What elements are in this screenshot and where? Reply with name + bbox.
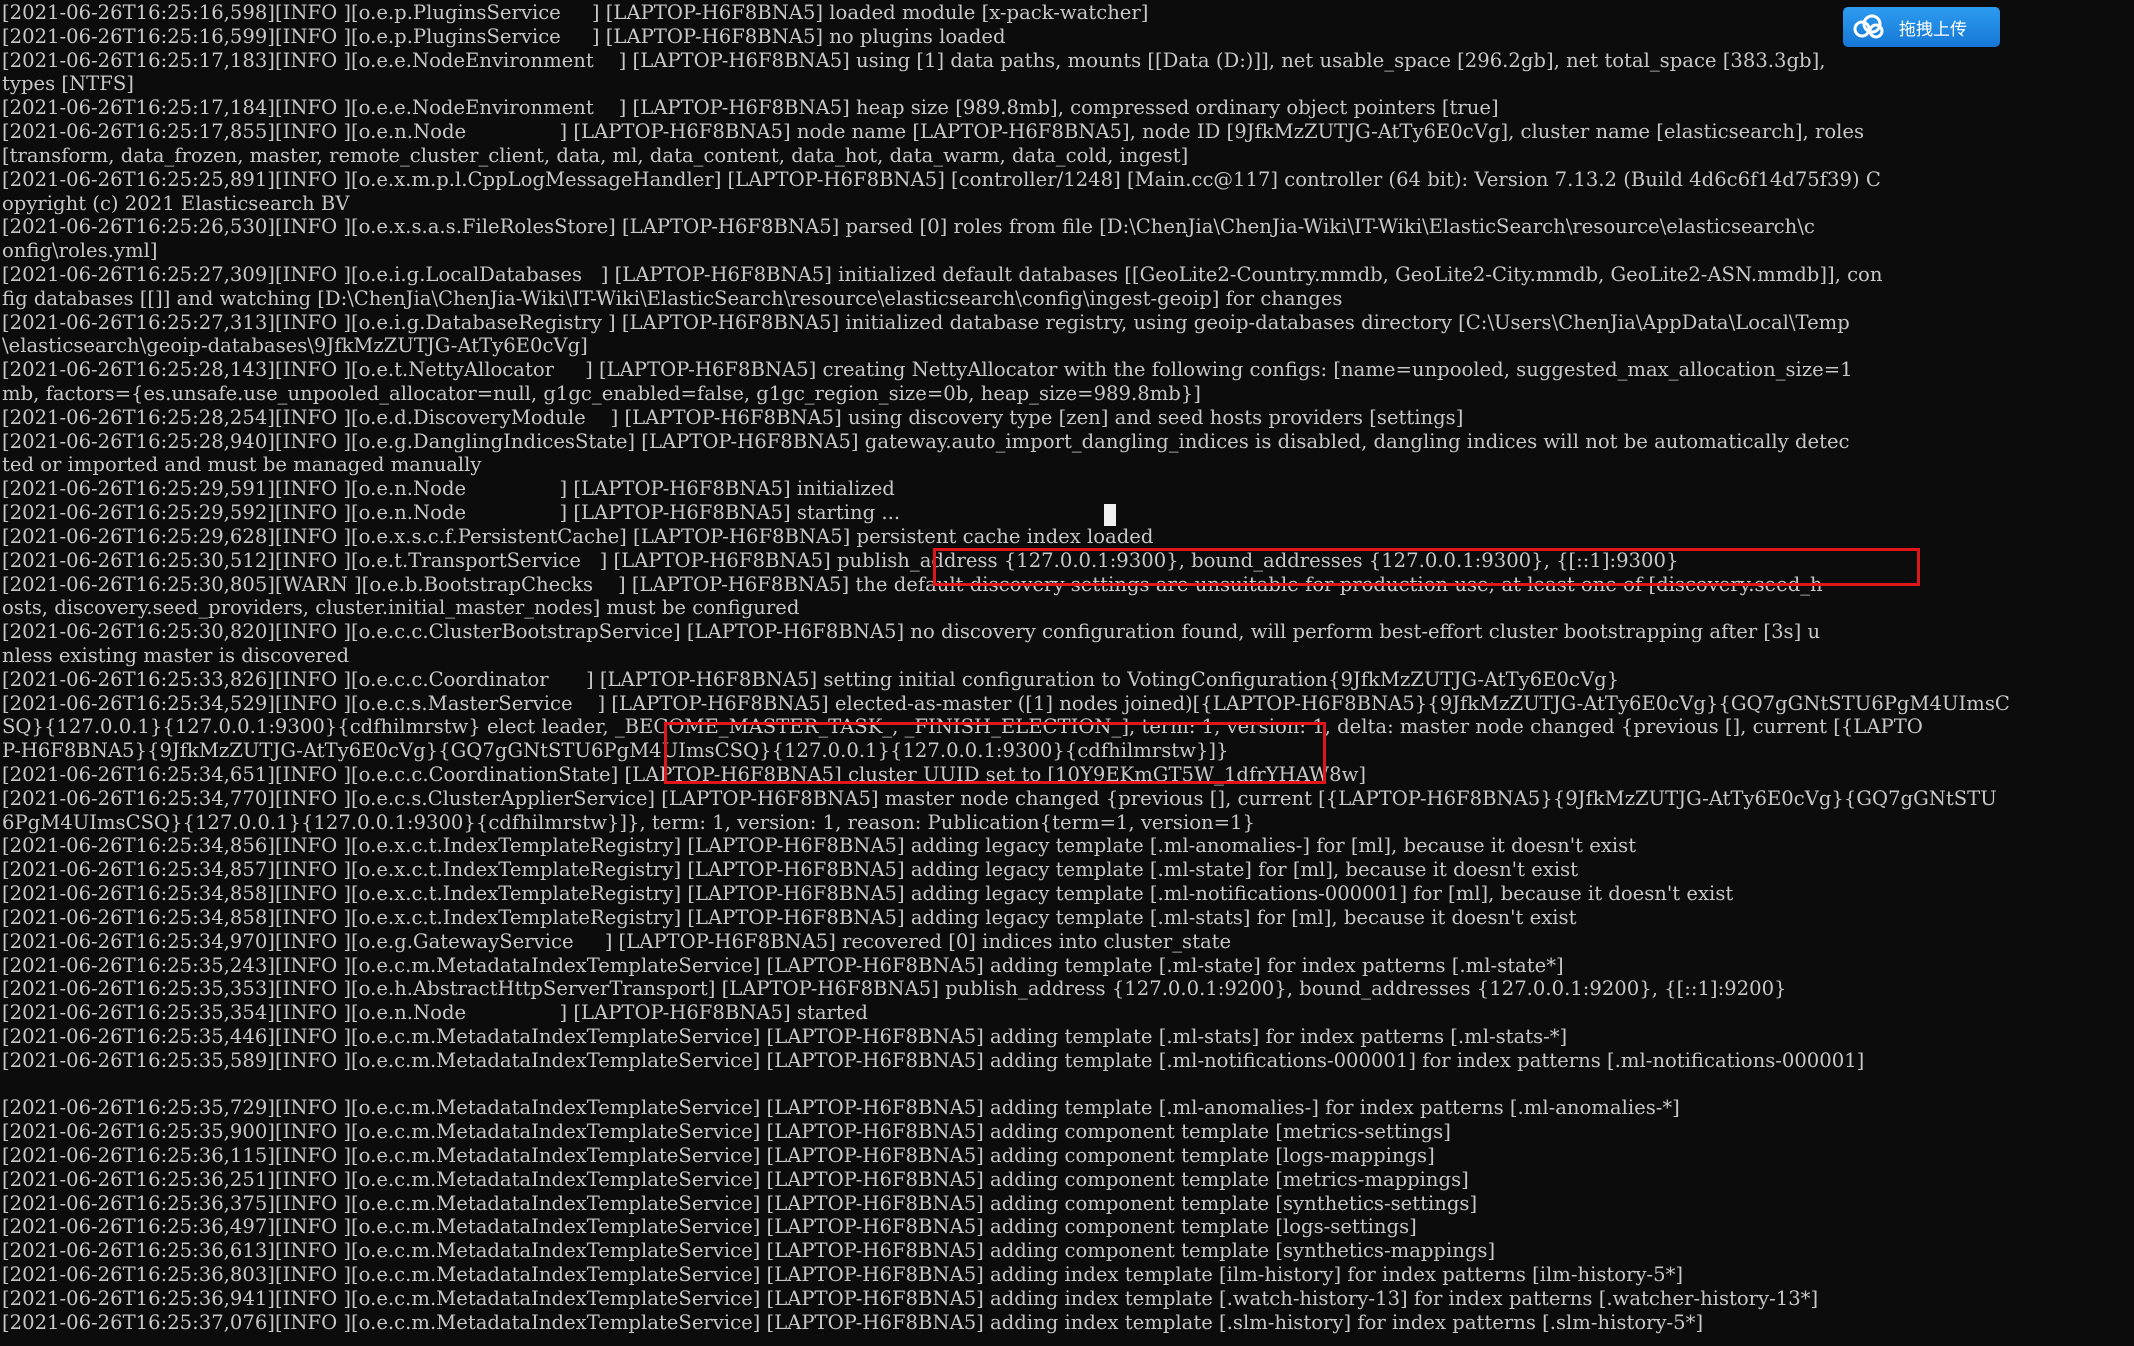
log-line: [2021-06-26T16:25:17,855][INFO ][o.e.n.N… [2,120,1865,144]
log-line: [2021-06-26T16:25:35,729][INFO ][o.e.c.m… [2,1096,1680,1120]
log-line: 6PgM4UImsCSQ}{127.0.0.1}{127.0.0.1:9300}… [2,810,1255,834]
log-line: [2021-06-26T16:25:36,497][INFO ][o.e.c.m… [2,1215,1417,1239]
log-line: [2021-06-26T16:25:36,613][INFO ][o.e.c.m… [2,1239,1496,1263]
log-line: [2021-06-26T16:25:28,940][INFO ][o.e.g.D… [2,429,1850,453]
log-line: [2021-06-26T16:25:27,309][INFO ][o.e.i.g… [2,262,1883,286]
log-line: P-H6F8BNA5}{9JfkMzZUTJG-AtTy6E0cVg}{GQ7g… [2,739,1229,763]
log-line: [2021-06-26T16:25:36,115][INFO ][o.e.c.m… [2,1144,1435,1167]
log-line: [2021-06-26T16:25:34,651][INFO ][o.e.c.c… [2,763,1366,786]
log-line: [transform, data_frozen, master, remote_… [2,143,1189,167]
text-cursor [1104,504,1116,526]
log-line: [2021-06-26T16:25:34,858][INFO ][o.e.x.c… [2,882,1734,906]
log-line: [2021-06-26T16:25:30,512][INFO ][o.e.t.T… [2,548,1679,572]
log-line: [2021-06-26T16:25:30,805][WARN ][o.e.b.B… [2,572,1823,596]
log-line: [2021-06-26T16:25:37,076][INFO ][o.e.c.m… [2,1310,1704,1334]
log-line: [2021-06-26T16:25:35,589][INFO ][o.e.c.m… [2,1048,1865,1072]
log-line: [2021-06-26T16:25:28,143][INFO ][o.e.t.N… [2,358,1853,382]
log-line: [2021-06-26T16:25:36,251][INFO ][o.e.c.m… [2,1167,1469,1191]
log-line: [2021-06-26T16:25:34,857][INFO ][o.e.x.c… [2,858,1579,882]
log-line: [2021-06-26T16:25:26,530][INFO ][o.e.x.s… [2,215,1815,239]
log-line: osts, discovery.seed_providers, cluster.… [2,596,800,620]
drag-upload-button[interactable]: 拖拽上传 [1843,7,2000,47]
log-line: [2021-06-26T16:25:33,826][INFO ][o.e.c.c… [2,667,1620,691]
log-line: [2021-06-26T16:25:36,803][INFO ][o.e.c.m… [2,1263,1684,1287]
log-line: [2021-06-26T16:25:36,375][INFO ][o.e.c.m… [2,1191,1478,1215]
log-line: [2021-06-26T16:25:34,529][INFO ][o.e.c.s… [2,691,2010,715]
log-output: [2021-06-26T16:25:16,598][INFO ][o.e.p.P… [2,1,2134,1335]
log-line: [2021-06-26T16:25:34,970][INFO ][o.e.g.G… [2,929,1232,953]
log-line: [2021-06-26T16:25:16,599][INFO ][o.e.p.P… [2,24,1006,48]
log-line: \elasticsearch\geoip-databases\9JfkMzZUT… [2,334,588,358]
cloud-upload-icon [1851,12,1885,42]
log-line: [2021-06-26T16:25:36,941][INFO ][o.e.c.m… [2,1286,1819,1310]
log-line: [2021-06-26T16:25:35,354][INFO ][o.e.n.N… [2,1001,868,1025]
log-line: [2021-06-26T16:25:30,820][INFO ][o.e.c.c… [2,620,1821,644]
log-line: [2021-06-26T16:25:29,592][INFO ][o.e.n.N… [2,501,901,525]
log-line: [2021-06-26T16:25:34,856][INFO ][o.e.x.c… [2,834,1637,858]
log-line: SQ}{127.0.0.1}{127.0.0.1:9300}{cdfhilmrs… [2,715,1923,739]
log-line: [2021-06-26T16:25:35,243][INFO ][o.e.c.m… [2,953,1564,977]
upload-button-label: 拖拽上传 [1899,19,1967,40]
log-line: opyright (c) 2021 Elasticsearch BV [2,191,350,215]
log-line: [2021-06-26T16:25:16,598][INFO ][o.e.p.P… [2,1,1149,24]
log-line: [2021-06-26T16:25:25,891][INFO ][o.e.x.m… [2,167,1881,191]
log-line: [2021-06-26T16:25:28,254][INFO ][o.e.d.D… [2,405,1464,429]
log-line: [2021-06-26T16:25:29,628][INFO ][o.e.x.s… [2,524,1154,548]
log-line: onfig\roles.yml] [2,239,158,263]
log-line: [2021-06-26T16:25:29,591][INFO ][o.e.n.N… [2,477,895,501]
log-line: types [NTFS] [2,72,134,96]
log-line: [2021-06-26T16:25:17,183][INFO ][o.e.e.N… [2,48,1826,72]
log-line: nless existing master is discovered [2,643,350,667]
log-line: [2021-06-26T16:25:35,446][INFO ][o.e.c.m… [2,1024,1568,1048]
console-window: [2021-06-26T16:25:16,598][INFO ][o.e.p.P… [0,0,2134,1346]
log-line: [2021-06-26T16:25:34,770][INFO ][o.e.c.s… [2,786,1997,810]
log-line: [2021-06-26T16:25:34,858][INFO ][o.e.x.c… [2,905,1577,929]
log-line: [2021-06-26T16:25:35,900][INFO ][o.e.c.m… [2,1120,1451,1144]
log-line: mb, factors={es.unsafe.use_unpooled_allo… [2,382,1201,405]
log-line: fig databases [[]] and watching [D:\Chen… [2,286,1343,310]
log-line: [2021-06-26T16:25:27,313][INFO ][o.e.i.g… [2,310,1850,334]
log-line: ted or imported and must be managed manu… [2,453,482,477]
log-line: [2021-06-26T16:25:35,353][INFO ][o.e.h.A… [2,977,1787,1001]
log-line: [2021-06-26T16:25:17,184][INFO ][o.e.e.N… [2,96,1499,120]
